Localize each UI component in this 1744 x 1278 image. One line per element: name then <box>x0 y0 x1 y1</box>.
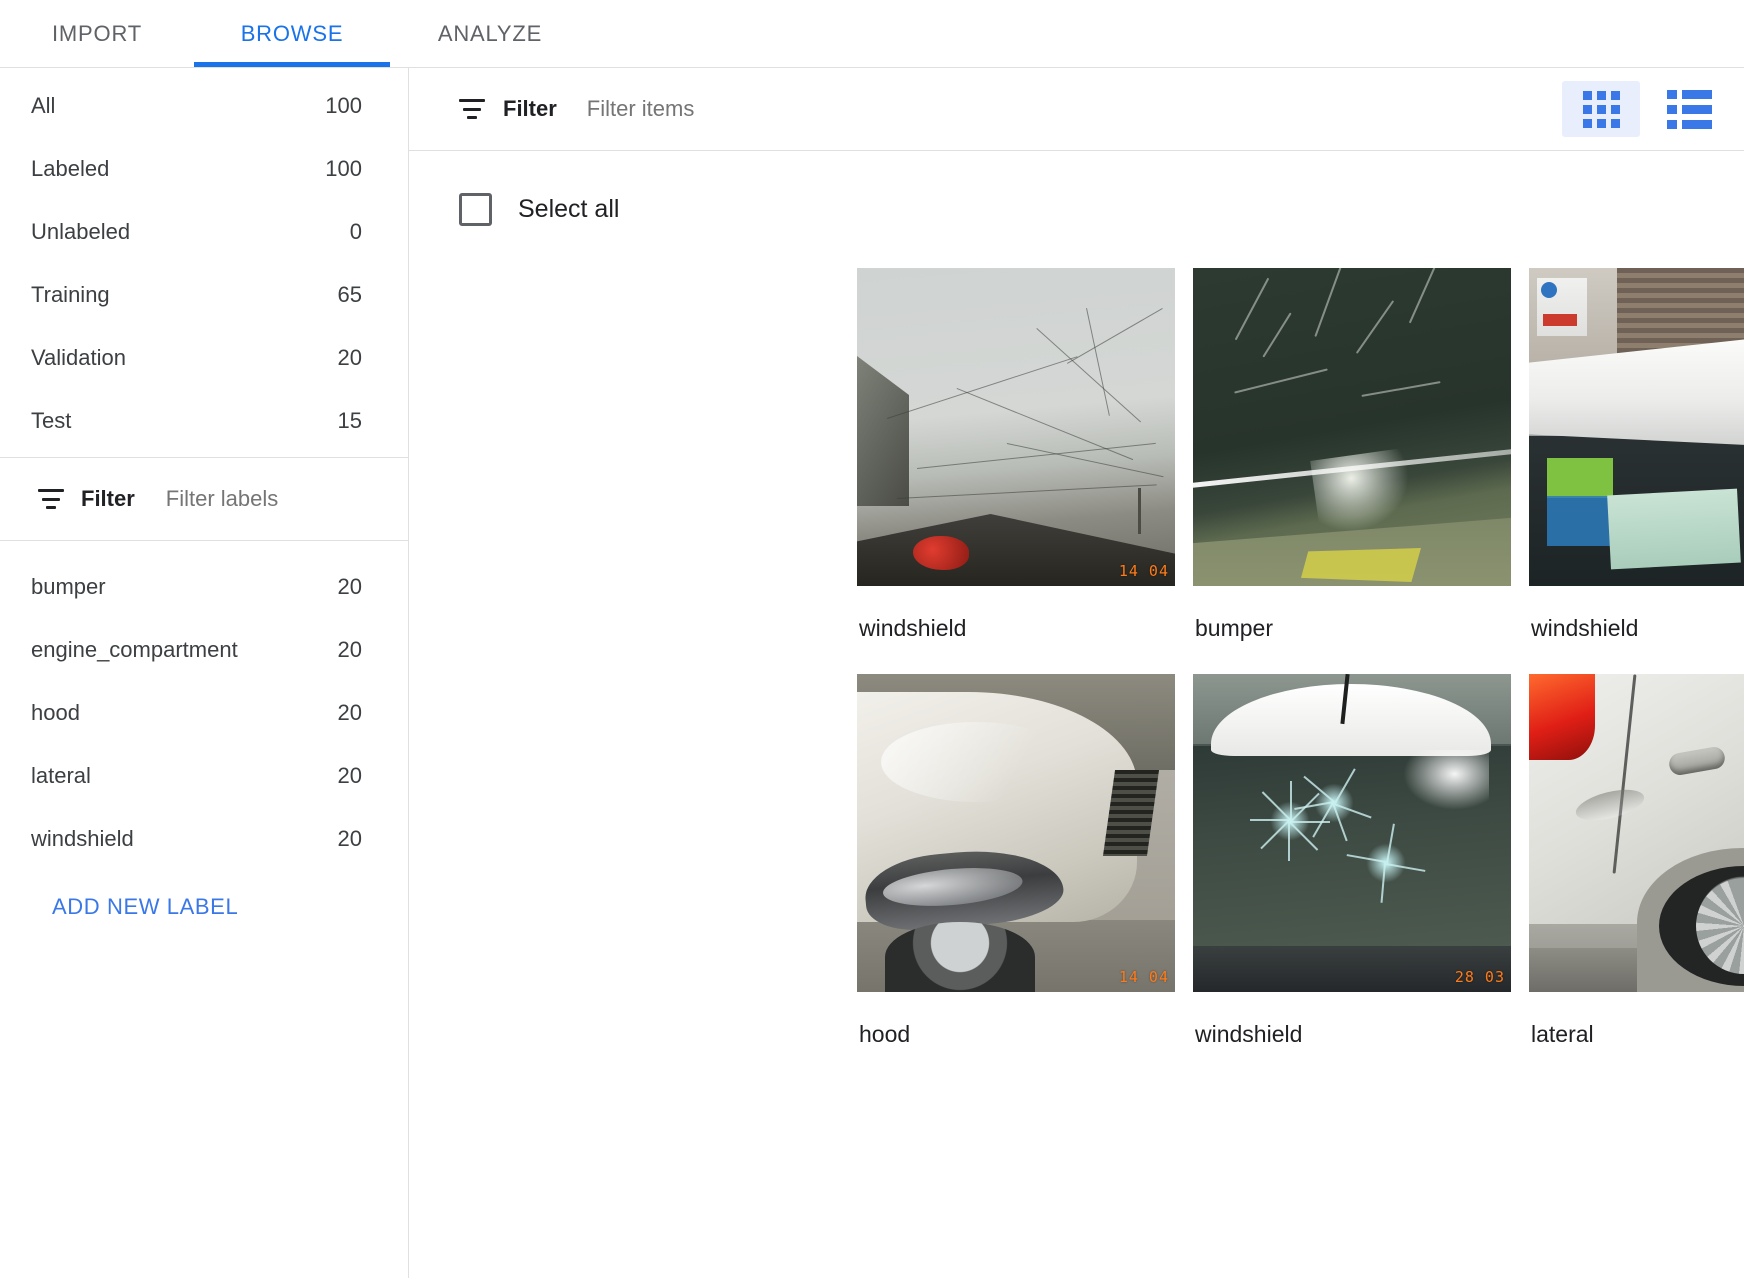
grid-item[interactable]: 14 04 hood <box>857 674 1175 1062</box>
sidebar-item-validation[interactable]: Validation 20 <box>0 326 408 389</box>
list-view-icon <box>1666 89 1712 129</box>
sidebar-item-test-count: 15 <box>337 407 362 433</box>
photo-lateral-panel <box>1529 674 1744 992</box>
sidebar: All 100 Labeled 100 Unlabeled 0 Training… <box>0 68 409 1278</box>
sidebar-item-training-count: 65 <box>337 281 362 307</box>
tab-browse-label: BROWSE <box>240 20 344 46</box>
tab-analyze[interactable]: ANALYZE <box>390 0 590 67</box>
label-row-hood-count: 20 <box>337 699 362 725</box>
select-all-checkbox[interactable] <box>459 193 492 226</box>
main-split: All 100 Labeled 100 Unlabeled 0 Training… <box>0 68 1744 1278</box>
photo-scratched-bumper <box>1193 268 1511 586</box>
content-pane: Filter Filter items Select all 14 04 win… <box>409 68 1744 1278</box>
sidebar-item-training[interactable]: Training 65 <box>0 263 408 326</box>
sidebar-item-unlabeled[interactable]: Unlabeled 0 <box>0 200 408 263</box>
sidebar-item-labeled-count: 100 <box>325 155 362 181</box>
label-row-bumper[interactable]: bumper 20 <box>0 555 408 618</box>
tab-import-label: IMPORT <box>52 20 142 46</box>
item-thumbnail[interactable]: 06 04 <box>1529 268 1744 586</box>
sidebar-item-labeled[interactable]: Labeled 100 <box>0 137 408 200</box>
label-row-engine-compartment[interactable]: engine_compartment 20 <box>0 618 408 681</box>
sidebar-item-all-count: 100 <box>325 92 362 118</box>
photo-timestamp: 14 04 <box>1118 562 1169 580</box>
sidebar-item-test[interactable]: Test 15 <box>0 389 408 452</box>
photo-timestamp: 14 04 <box>1118 968 1169 986</box>
item-caption: windshield <box>1531 615 1639 641</box>
grid-item[interactable]: 06 04 windshield <box>1529 268 1744 656</box>
dataset-stats-list: All 100 Labeled 100 Unlabeled 0 Training… <box>0 68 408 452</box>
grid-row-spacer <box>857 656 1175 674</box>
photo-cracked-windshield-interior <box>857 268 1175 586</box>
label-row-engine-compartment-count: 20 <box>337 636 362 662</box>
item-thumbnail[interactable]: 16 09 <box>1529 674 1744 992</box>
label-filter-bar: Filter + <box>0 458 408 541</box>
select-all-label: Select all <box>518 195 620 223</box>
sidebar-item-unlabeled-label: Unlabeled <box>31 218 131 244</box>
sidebar-item-training-label: Training <box>31 281 110 307</box>
grid-row-spacer <box>1193 656 1511 674</box>
sidebar-item-validation-label: Validation <box>31 344 126 370</box>
grid-view-button[interactable] <box>1562 81 1640 137</box>
items-filter-word: Filter <box>503 96 557 121</box>
view-toggle-group <box>1562 81 1728 137</box>
item-thumbnail[interactable]: 14 04 <box>857 674 1175 992</box>
add-new-label-button[interactable]: ADD NEW LABEL <box>52 894 238 920</box>
grid-item[interactable]: 28 03 windshield <box>1193 674 1511 1062</box>
item-caption: windshield <box>1195 1021 1303 1047</box>
label-row-bumper-count: 20 <box>337 573 362 599</box>
filter-icon <box>459 99 485 119</box>
label-row-lateral-name: lateral <box>31 762 91 788</box>
image-grid: 14 04 windshield bumper windshield 14 04… <box>409 226 1744 1062</box>
sidebar-item-all[interactable]: All 100 <box>0 74 408 137</box>
filter-icon <box>38 489 64 509</box>
tab-browse[interactable]: BROWSE <box>194 0 390 67</box>
label-filter-input[interactable] <box>165 486 408 512</box>
item-thumbnail[interactable]: 14 04 <box>857 268 1175 586</box>
tab-import[interactable]: IMPORT <box>0 0 194 67</box>
photo-timestamp: 28 03 <box>1454 968 1505 986</box>
grid-item[interactable]: 14 04 windshield <box>857 268 1175 656</box>
grid-item[interactable]: bumper <box>1193 268 1511 656</box>
item-caption: windshield <box>859 615 967 641</box>
label-row-lateral-count: 20 <box>337 762 362 788</box>
label-row-windshield-name: windshield <box>31 825 134 851</box>
sidebar-item-test-label: Test <box>31 407 72 433</box>
label-row-hood[interactable]: hood 20 <box>0 681 408 744</box>
sidebar-item-all-label: All <box>31 92 56 118</box>
item-caption: hood <box>859 1021 911 1047</box>
sidebar-item-unlabeled-count: 0 <box>349 218 362 244</box>
photo-car-roof <box>1529 268 1744 586</box>
label-row-engine-compartment-name: engine_compartment <box>31 636 238 662</box>
items-toolbar: Filter <box>409 68 1744 151</box>
label-row-bumper-name: bumper <box>31 573 106 599</box>
item-caption: bumper <box>1195 615 1273 641</box>
label-row-hood-name: hood <box>31 699 80 725</box>
grid-item[interactable]: 16 09 lateral <box>1529 674 1744 1062</box>
label-list: bumper 20 engine_compartment 20 hood 20 … <box>0 541 408 870</box>
sidebar-item-labeled-label: Labeled <box>31 155 110 181</box>
select-all-row[interactable]: Select all <box>409 151 1744 226</box>
item-caption: lateral <box>1531 1021 1594 1047</box>
label-row-windshield-count: 20 <box>337 825 362 851</box>
grid-row-spacer <box>1529 656 1744 674</box>
item-thumbnail[interactable]: 28 03 <box>1193 674 1511 992</box>
label-filter-word: Filter <box>81 486 135 511</box>
tab-analyze-label: ANALYZE <box>437 20 543 46</box>
list-view-button[interactable] <box>1650 81 1728 137</box>
grid-view-icon <box>1582 90 1620 128</box>
photo-chipped-windshield <box>1193 674 1511 992</box>
photo-damaged-hood <box>857 674 1175 992</box>
label-row-windshield[interactable]: windshield 20 <box>0 807 408 870</box>
top-tab-bar: IMPORT BROWSE ANALYZE <box>0 0 1744 68</box>
items-scroll-area[interactable]: Select all 14 04 windshield bumper winds… <box>409 151 1744 1278</box>
sidebar-item-validation-count: 20 <box>337 344 362 370</box>
item-thumbnail[interactable] <box>1193 268 1511 586</box>
items-filter-input[interactable] <box>586 96 1562 122</box>
label-row-lateral[interactable]: lateral 20 <box>0 744 408 807</box>
